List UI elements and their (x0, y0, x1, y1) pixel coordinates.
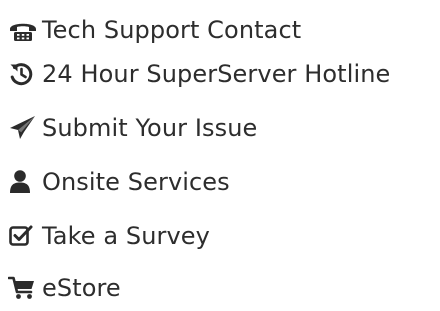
support-menu: Tech Support Contact 24 Hour SuperServer… (0, 0, 440, 311)
menu-item-label: Onsite Services (42, 168, 230, 196)
menu-item-label: Tech Support Contact (42, 16, 302, 44)
checkbox-icon (8, 222, 42, 250)
shopping-cart-icon (8, 274, 42, 302)
menu-item-label: Submit Your Issue (42, 114, 258, 142)
user-icon (8, 168, 42, 196)
menu-item-tech-support-contact[interactable]: Tech Support Contact (8, 10, 301, 50)
menu-item-label: 24 Hour SuperServer Hotline (42, 60, 391, 88)
menu-item-estore[interactable]: eStore (8, 268, 121, 308)
support-phone-icon (8, 16, 42, 44)
menu-item-24-hour-hotline[interactable]: 24 Hour SuperServer Hotline (8, 54, 390, 94)
menu-item-label: Take a Survey (42, 222, 210, 250)
paper-plane-icon (8, 114, 42, 142)
history-icon (8, 60, 42, 88)
menu-item-onsite-services[interactable]: Onsite Services (8, 162, 230, 202)
menu-item-submit-your-issue[interactable]: Submit Your Issue (8, 108, 257, 148)
menu-item-take-a-survey[interactable]: Take a Survey (8, 216, 210, 256)
menu-item-label: eStore (42, 274, 121, 302)
